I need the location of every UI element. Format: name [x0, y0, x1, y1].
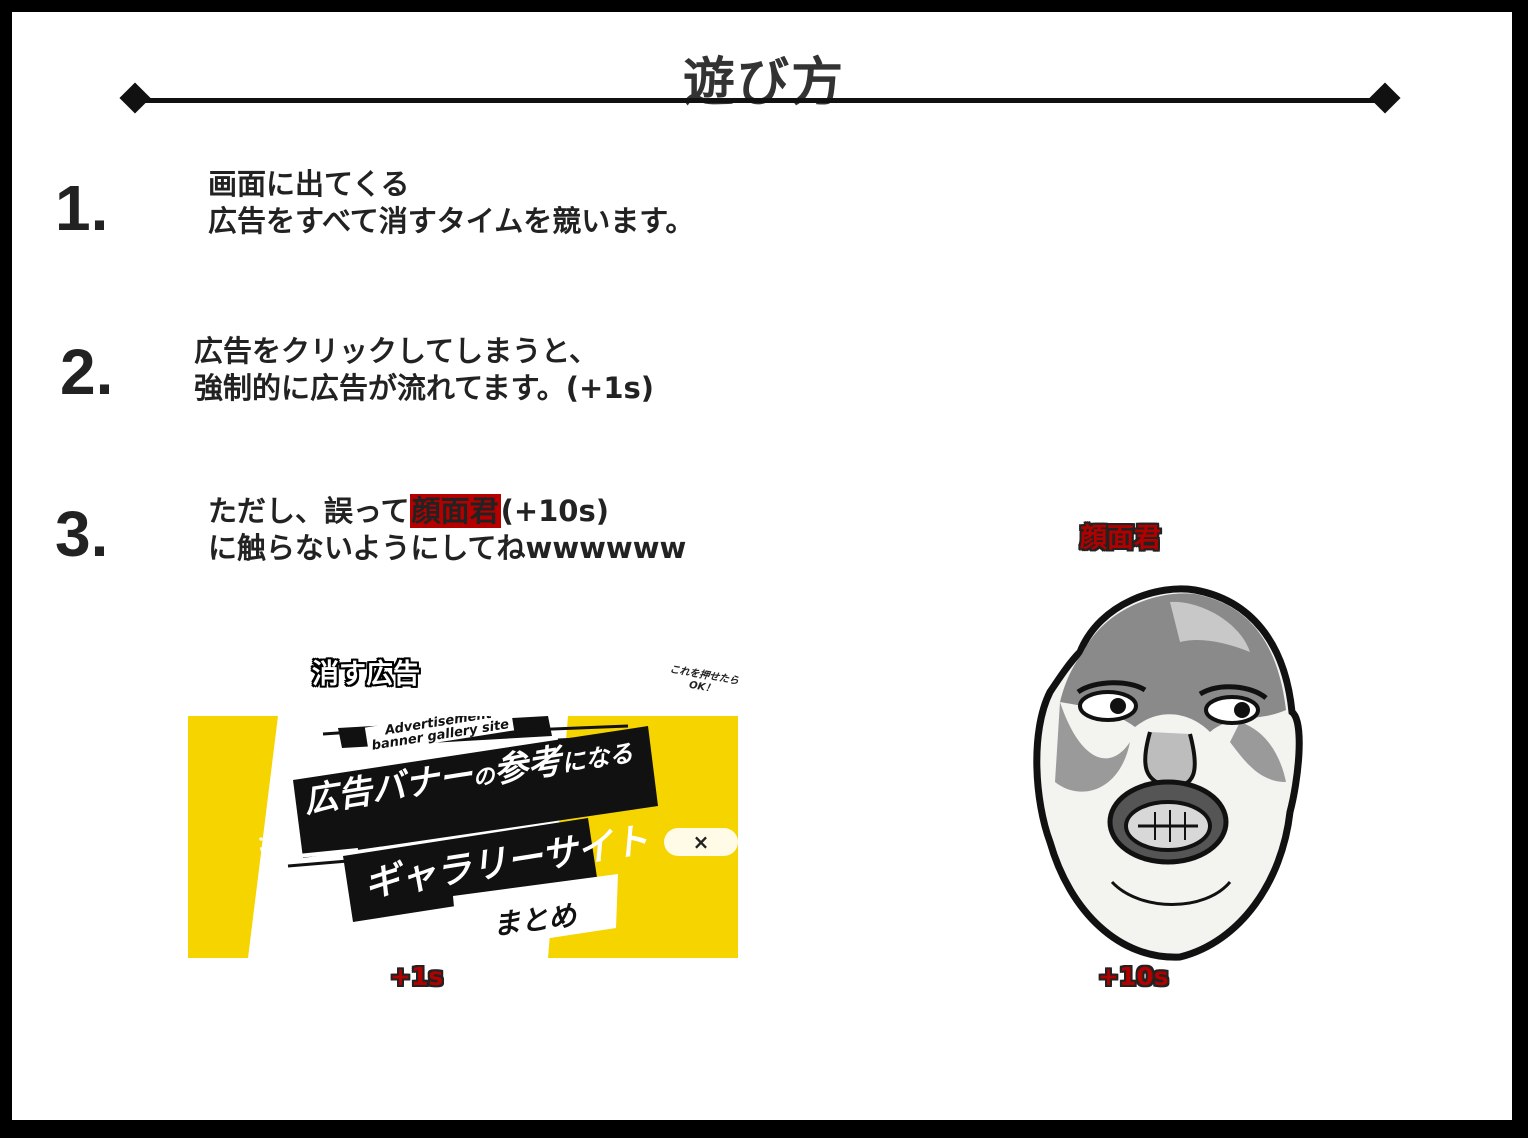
step-2-line-1: 広告をクリックしてしまうと、	[194, 334, 598, 368]
step-1-number: 1.	[55, 172, 109, 244]
page-title: 遊び方	[682, 53, 845, 113]
ad-penalty-label: +1s	[390, 962, 444, 991]
ad-close-button[interactable]: ×	[664, 828, 738, 856]
step-3-number: 3.	[55, 498, 109, 570]
title-divider	[132, 98, 1386, 103]
face-penalty-label: +10s	[1098, 962, 1169, 991]
step-3-text: ただし、誤って顔面君(+10s) に触らないようにしてねwwwwww	[208, 493, 686, 567]
step-3-line-1: ただし、誤って顔面君(+10s)	[208, 493, 686, 530]
step-3-line-1-after: (+10s)	[500, 494, 610, 528]
step-1-line-2: 広告をすべて消すタイムを競います。	[208, 204, 695, 238]
step-1-text: 画面に出てくる 広告をすべて消すタイムを競います。	[208, 166, 694, 240]
step-3-line-2: に触らないようにしてねwwwwww	[208, 531, 687, 565]
ad-section-label: 消す広告	[312, 659, 420, 690]
step-2-text: 広告をクリックしてしまうと、 強制的に広告が流れてます。(+1s)	[194, 333, 654, 407]
ad-banner[interactable]: Advertisement banner gallery site 広告バナーの…	[188, 716, 738, 958]
ad-headline-1-naru: になる	[559, 738, 635, 778]
step-2-number: 2.	[60, 336, 114, 408]
grimacing-face-icon[interactable]	[1020, 582, 1310, 962]
step-2-line-2: 強制的に広告が流れてます。(+1s)	[194, 371, 655, 405]
step-3-face-name: 顔面君	[409, 494, 501, 528]
step-3-line-1-before: ただし、誤って	[208, 494, 410, 528]
face-section-label: 顔面君	[1080, 523, 1161, 554]
step-1-line-1: 画面に出てくる	[208, 167, 410, 201]
